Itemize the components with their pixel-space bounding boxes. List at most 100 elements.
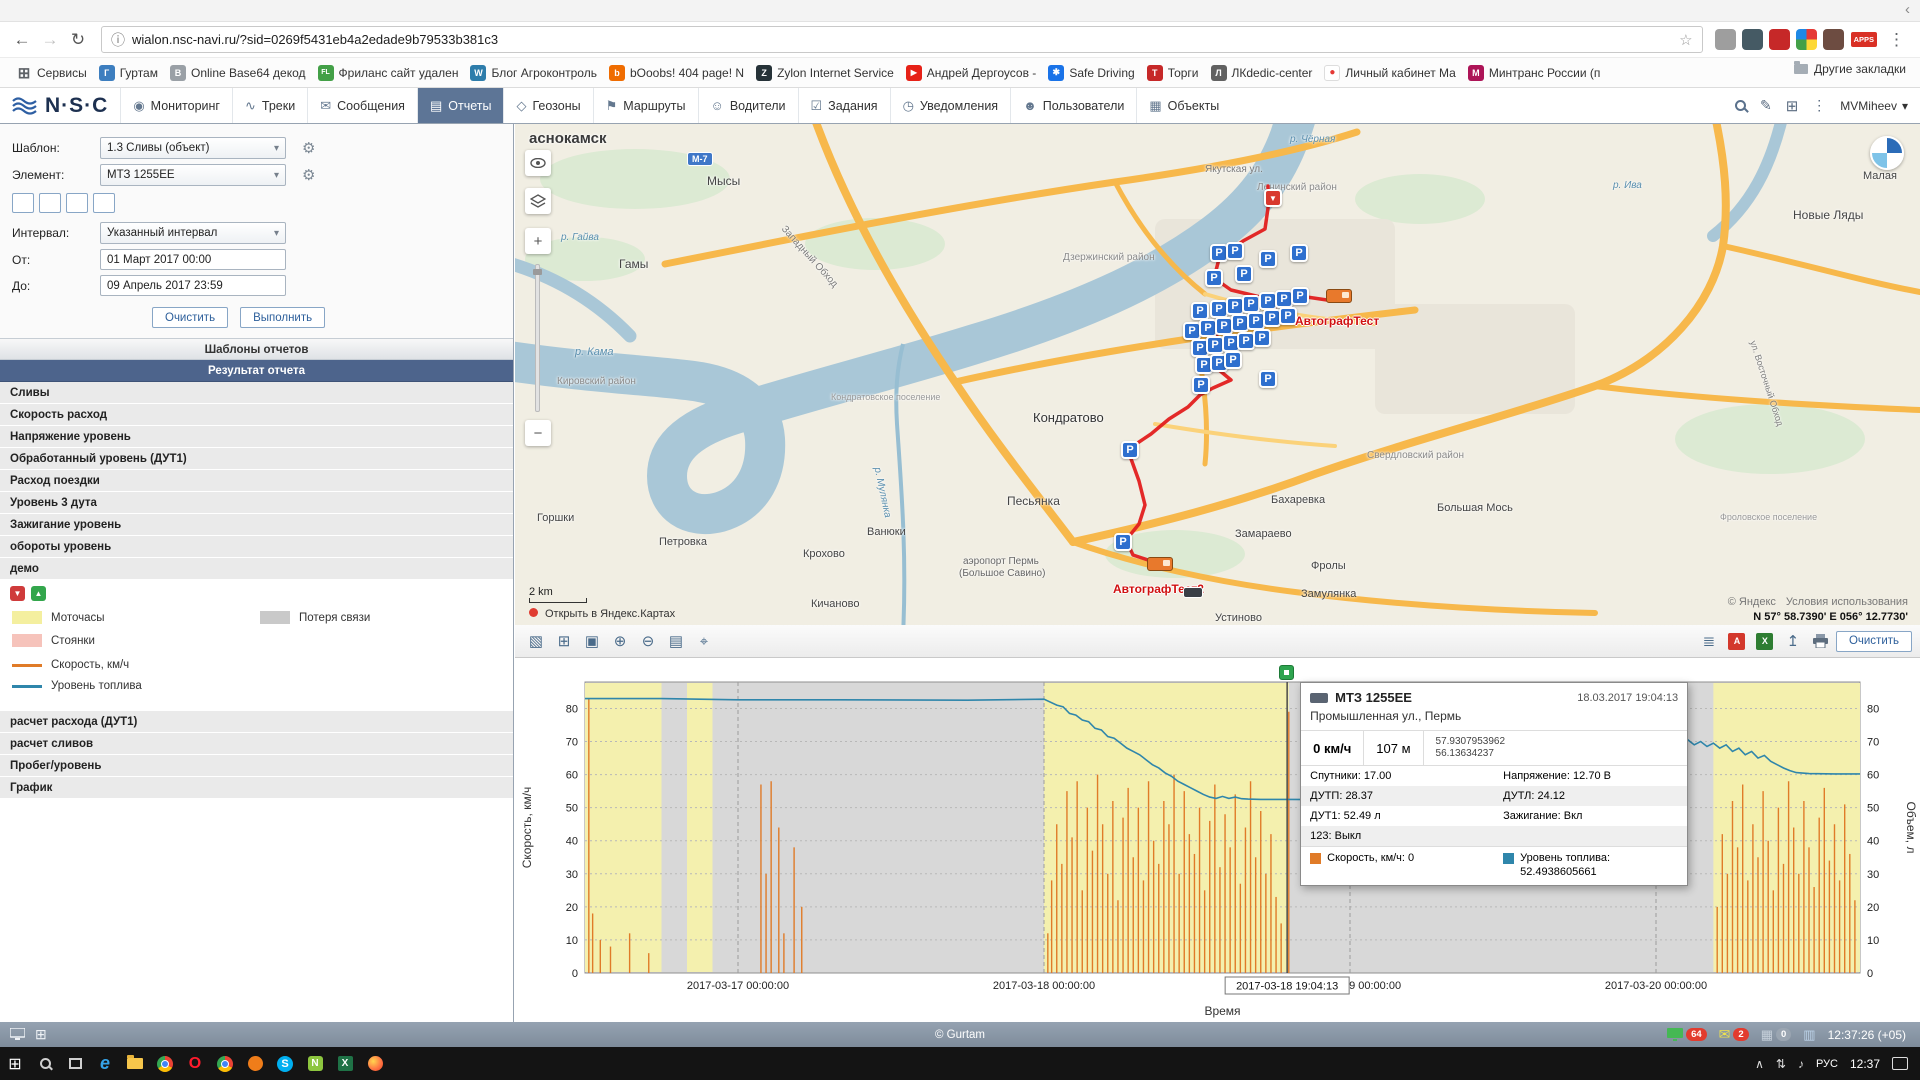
export-pdf-icon[interactable]: A — [1724, 629, 1750, 653]
parking-marker[interactable]: P — [1121, 441, 1139, 459]
chart[interactable]: 00101020203030404050506060707080802017-0… — [515, 658, 1920, 1022]
bookmark-item[interactable]: Z Zylon Internet Service — [750, 62, 900, 84]
wrench-icon[interactable]: ⚙ — [302, 139, 315, 157]
more-icon[interactable]: ⋮ — [1812, 97, 1826, 114]
back-button[interactable]: ← — [8, 26, 36, 54]
nav-tab[interactable]: ◇ Геозоны — [503, 88, 592, 123]
drain-marker-icon[interactable]: ▼ — [10, 586, 25, 601]
file-explorer-icon[interactable] — [120, 1047, 150, 1080]
parking-marker[interactable]: P — [1235, 265, 1253, 283]
action-center-icon[interactable] — [1892, 1057, 1908, 1070]
start-button[interactable]: ⊞ — [0, 1047, 30, 1080]
reload-button[interactable]: ↻ — [64, 26, 92, 54]
parking-marker[interactable]: P — [1224, 351, 1242, 369]
bookmark-item[interactable]: Л ЛКdedic-center — [1205, 62, 1319, 84]
parking-marker[interactable]: P — [1259, 250, 1277, 268]
open-in-yandex-link[interactable]: Открыть в Яндекс.Картах — [545, 608, 675, 620]
pan-icon[interactable]: ⊞ — [551, 629, 577, 653]
nav-tab[interactable]: ▦ Объекты — [1136, 88, 1231, 123]
notepad-plus-icon[interactable]: N — [300, 1047, 330, 1080]
interval-select[interactable]: Указанный интервал ▾ — [100, 222, 286, 244]
report-result-item[interactable]: обороты уровень — [0, 536, 513, 558]
visibility-eye-button[interactable] — [525, 150, 551, 176]
extension-icon[interactable] — [1742, 29, 1763, 50]
table-panel-icon[interactable]: ▥ — [1803, 1027, 1815, 1043]
nav-tab[interactable]: ◷ Уведомления — [890, 88, 1011, 123]
excel-icon[interactable]: X — [330, 1047, 360, 1080]
template-select[interactable]: 1.3 Сливы (объект) ▾ — [100, 137, 286, 159]
skype-icon[interactable]: S — [270, 1047, 300, 1080]
event-marker[interactable]: ▼ — [1264, 189, 1282, 207]
clear-button[interactable]: Очистить — [152, 307, 228, 328]
quick-range-button[interactable] — [12, 193, 34, 213]
report-result-item[interactable]: демо — [0, 558, 513, 580]
bookmark-item[interactable]: Г Гуртам — [93, 62, 164, 84]
report-result-item[interactable]: расчет сливов — [0, 733, 513, 755]
extension-icon[interactable] — [1796, 29, 1817, 50]
date-from-input[interactable] — [100, 249, 286, 270]
element-select[interactable]: МТЗ 1255ЕЕ ▾ — [100, 164, 286, 186]
stats-icon[interactable]: ✎ — [1760, 97, 1772, 114]
opera-icon[interactable]: O — [180, 1047, 210, 1080]
parking-marker[interactable]: P — [1205, 269, 1223, 287]
bookmark-item[interactable]: B Online Base64 декод — [164, 62, 312, 84]
network-icon[interactable]: ⇅ — [1776, 1057, 1786, 1071]
select-area-icon[interactable]: ▧ — [523, 629, 549, 653]
nav-tab[interactable]: ∿ Треки — [232, 88, 307, 123]
fill-marker-icon[interactable]: ▲ — [31, 586, 46, 601]
extension-icon[interactable] — [1715, 29, 1736, 50]
zoom-slider-thumb[interactable] — [533, 269, 542, 275]
nav-tab[interactable]: ☻ Пользователи — [1010, 88, 1136, 123]
user-menu[interactable]: MVMiheev ▾ — [1840, 99, 1908, 113]
driver-messages-indicator[interactable]: 64 — [1667, 1028, 1707, 1041]
bookmark-item[interactable]: ▶ Андрей Дергоусов - — [900, 62, 1043, 84]
bookmark-star-icon[interactable]: ☆ — [1679, 31, 1692, 49]
report-result-item[interactable]: расчет расхода (ДУТ1) — [0, 711, 513, 733]
bookmark-item[interactable]: W Блог Агроконтроль — [464, 62, 603, 84]
crosshair-icon[interactable]: ⌖ — [691, 629, 717, 653]
zoom-out-button[interactable]: − — [525, 420, 551, 446]
task-view-button[interactable] — [60, 1047, 90, 1080]
nav-tab[interactable]: ◉ Мониторинг — [120, 88, 232, 123]
wrench-icon[interactable]: ⚙ — [302, 166, 315, 184]
parking-marker[interactable]: P — [1259, 370, 1277, 388]
parking-marker[interactable]: P — [1290, 244, 1308, 262]
parking-marker[interactable]: P — [1114, 533, 1132, 551]
parking-marker[interactable]: P — [1226, 242, 1244, 260]
volume-icon[interactable]: ♪ — [1798, 1057, 1804, 1071]
nav-tab[interactable]: ✉ Сообщения — [307, 88, 417, 123]
report-result-item[interactable]: График — [0, 777, 513, 799]
unit-marker[interactable] — [1326, 289, 1352, 303]
tray-expand-icon[interactable]: ∧ — [1755, 1057, 1764, 1071]
quick-range-button[interactable] — [39, 193, 61, 213]
filezilla-icon[interactable] — [240, 1047, 270, 1080]
nsc-logo[interactable]: N·S·C — [0, 88, 120, 123]
monitor-panel-icon[interactable] — [10, 1026, 25, 1043]
export-excel-icon[interactable]: X — [1752, 629, 1778, 653]
bookmark-item[interactable]: FL Фриланс сайт удален — [312, 62, 465, 84]
bookmark-item[interactable]: М Минтранс России (п — [1462, 62, 1607, 84]
nav-tab[interactable]: ▤ Отчеты — [417, 88, 504, 123]
parking-marker[interactable]: P — [1253, 329, 1271, 347]
apps-extension-badge[interactable]: APPS — [1851, 32, 1877, 47]
search-icon[interactable] — [1735, 100, 1746, 111]
extension-icon[interactable] — [1823, 29, 1844, 50]
address-bar[interactable]: ⓘ wialon.nsc-navi.ru/?sid=0269f5431eb4a2… — [101, 26, 1703, 53]
zoom-in-icon[interactable]: ⊕ — [607, 629, 633, 653]
bookmark-item[interactable]: b bOoobs! 404 page! N — [603, 62, 750, 84]
other-bookmarks-button[interactable]: Другие закладки — [1794, 62, 1906, 76]
parking-marker[interactable]: P — [1242, 295, 1260, 313]
notifications-indicator[interactable]: ▦ 0 — [1761, 1027, 1792, 1043]
forward-button[interactable]: → — [36, 26, 64, 54]
report-result-item[interactable]: Зажигание уровень — [0, 514, 513, 536]
zoom-out-icon[interactable]: ⊖ — [635, 629, 661, 653]
bookmark-item[interactable]: ✱ Safe Driving — [1042, 62, 1140, 84]
map[interactable]: аснокамскМысыГамыНовые ЛядыМалаяЯкутская… — [515, 124, 1920, 625]
sms-indicator[interactable]: ✉ 2 — [1719, 1026, 1749, 1043]
nav-tab[interactable]: ⚑ Маршруты — [593, 88, 698, 123]
chart-event-marker-icon[interactable] — [1279, 665, 1294, 680]
date-to-input[interactable] — [100, 275, 286, 296]
legend-toggle-icon[interactable]: ▤ — [663, 629, 689, 653]
page-info-icon[interactable]: ⓘ — [111, 30, 125, 50]
yandex-logo-roundel[interactable] — [1870, 136, 1904, 170]
